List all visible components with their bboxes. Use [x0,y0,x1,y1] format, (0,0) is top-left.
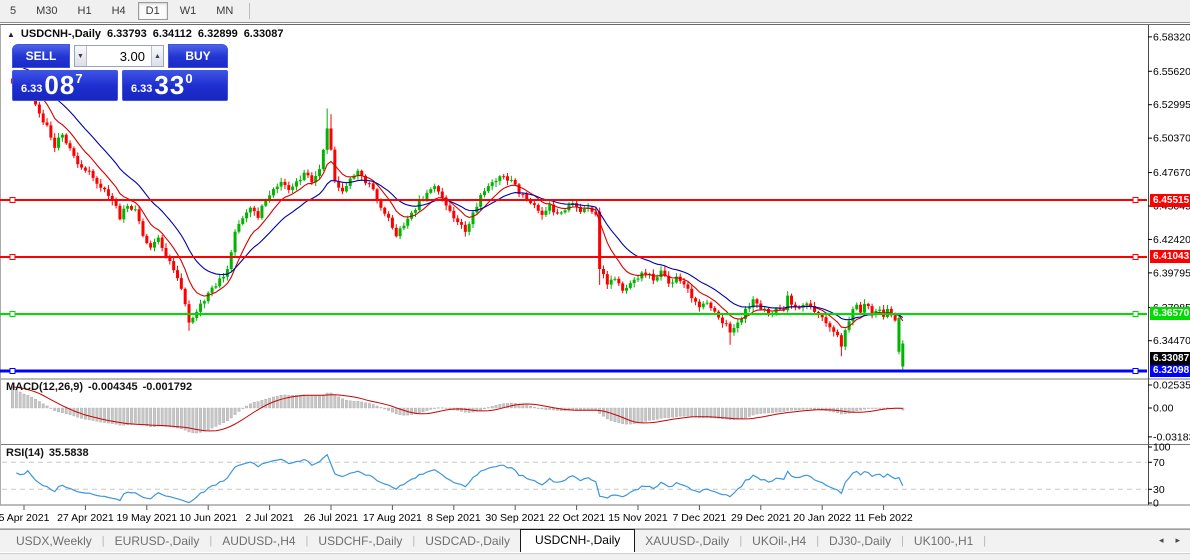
svg-text:29 Dec 2021: 29 Dec 2021 [731,512,791,524]
svg-text:5 Apr 2021: 5 Apr 2021 [0,512,50,524]
candle-direction-icon: ▲ [7,30,15,39]
svg-text:2 Jul 2021: 2 Jul 2021 [245,512,294,524]
buy-price-display[interactable]: 6.33 33 0 [122,70,228,101]
macd-name: MACD(12,26,9) [6,381,83,393]
macd-value-main: -0.004345 [88,381,138,393]
buy-price-pips: 33 [154,72,185,98]
sell-price-prefix: 6.33 [21,83,42,95]
volume-stepper: ▼ ▲ [74,45,164,67]
svg-text:15 Nov 2021: 15 Nov 2021 [608,512,668,524]
hline-price-label: 6.45515 [1150,194,1190,207]
sell-price-display[interactable]: 6.33 08 7 [12,70,118,101]
horizontal-line[interactable] [0,254,1147,259]
svg-text:6.55620: 6.55620 [1153,66,1190,78]
ohlc-low: 6.32899 [198,28,238,40]
volume-input[interactable] [87,46,151,66]
svg-text:11 Feb 2022: 11 Feb 2022 [855,512,913,524]
buy-price-point: 0 [185,71,192,86]
svg-text:7 Dec 2021: 7 Dec 2021 [673,512,727,524]
svg-text:30 Sep 2021: 30 Sep 2021 [485,512,545,524]
ohlc-high: 6.34112 [153,28,192,40]
svg-text:27 Apr 2021: 27 Apr 2021 [57,512,114,524]
buy-button[interactable]: BUY [168,44,228,68]
svg-text:22 Oct 2021: 22 Oct 2021 [548,512,605,524]
horizontal-line[interactable] [0,198,1147,203]
svg-text:0: 0 [1153,498,1159,510]
chart-tab-usdcnh-daily[interactable]: USDCNH-,Daily [520,529,635,552]
macd-indicator-label: MACD(12,26,9) -0.004345 -0.001792 [6,381,192,393]
trading-platform-window: 5M30H1H4D1W1MN 6.583206.556206.529956.50… [0,0,1190,560]
rsi-value: 35.5838 [49,447,89,459]
svg-text:8 Sep 2021: 8 Sep 2021 [427,512,481,524]
svg-text:6.52995: 6.52995 [1153,99,1190,111]
macd-histogram [11,387,904,433]
horizontal-line[interactable] [0,368,1147,373]
axis-labels: 6.583206.556206.529956.503706.476706.450… [1148,31,1190,509]
chart-tab-usdchf-daily[interactable]: USDCHF-,Daily [308,531,412,552]
rsi-name: RSI(14) [6,447,44,459]
hline-price-label: 6.36570 [1150,307,1190,320]
svg-text:26 Jul 2021: 26 Jul 2021 [304,512,358,524]
svg-text:100: 100 [1153,442,1171,454]
symbol-ohlc-header: ▲ USDCNH-,Daily 6.33793 6.34112 6.32899 … [7,28,283,40]
ohlc-close: 6.33087 [244,28,284,40]
sell-price-point: 7 [75,71,82,86]
svg-text:17 Aug 2021: 17 Aug 2021 [363,512,422,524]
date-axis: 5 Apr 2021 27 Apr 202119 May 202110 Jun 2… [0,506,913,525]
svg-text:0.025357: 0.025357 [1153,380,1190,392]
svg-text:6.39795: 6.39795 [1153,267,1190,279]
svg-text:6.42420: 6.42420 [1153,234,1190,246]
sell-price-pips: 08 [44,72,75,98]
macd-value-signal: -0.001792 [143,381,193,393]
chart-tab-audusd-h4[interactable]: AUDUSD-,H4 [212,531,305,552]
chart-tab-uk100-h1[interactable]: UK100-,H1 [904,531,983,552]
status-bar [0,553,1190,560]
chart-tab-usdcad-daily[interactable]: USDCAD-,Daily [415,531,520,552]
volume-increase-button[interactable]: ▲ [151,46,163,66]
svg-text:19 May 2021: 19 May 2021 [116,512,177,524]
tab-divider: | [983,535,986,552]
hline-price-label: 6.41043 [1150,250,1190,263]
tab-scroll-right-icon[interactable]: ▸ [1175,535,1180,546]
svg-text:6.50370: 6.50370 [1153,133,1190,145]
buy-price-prefix: 6.33 [131,83,152,95]
chart-tab-dj30-daily[interactable]: DJ30-,Daily [819,531,901,552]
svg-text:30: 30 [1153,484,1165,496]
tab-scroll-left-icon[interactable]: ◂ [1159,535,1164,546]
candlesticks [11,74,904,370]
chart-tab-bar: USDX,Weekly|EURUSD-,Daily|AUDUSD-,H4|USD… [0,529,1190,552]
svg-text:6.58320: 6.58320 [1153,31,1190,43]
svg-text:70: 70 [1153,457,1165,469]
chart-tab-eurusd-daily[interactable]: EURUSD-,Daily [105,531,210,552]
ohlc-open: 6.33793 [107,28,147,40]
svg-text:10 Jun 2021: 10 Jun 2021 [179,512,237,524]
chart-tab-usdx-weekly[interactable]: USDX,Weekly [6,531,102,552]
sell-button[interactable]: SELL [12,44,70,68]
svg-text:0.00: 0.00 [1153,403,1174,415]
symbol-title: USDCNH-,Daily [21,28,101,40]
chart-tab-ukoil-h4[interactable]: UKOil-,H4 [742,531,816,552]
one-click-trade-panel: SELL ▼ ▲ BUY 6.33 08 7 6.33 33 0 [12,44,228,101]
rsi-indicator-label: RSI(14) 35.5838 [6,447,89,459]
svg-text:6.47670: 6.47670 [1153,167,1190,179]
current-price-label: 6.33087 [1150,352,1190,365]
svg-text:6.34470: 6.34470 [1153,335,1190,347]
hline-price-label: 6.32098 [1150,364,1190,377]
tab-scroll-arrows: ◂▸ [1149,535,1190,552]
svg-text:20 Jan 2022: 20 Jan 2022 [793,512,851,524]
volume-decrease-button[interactable]: ▼ [75,46,87,66]
horizontal-line[interactable] [0,311,1147,316]
chart-tab-xauusd-daily[interactable]: XAUUSD-,Daily [635,531,739,552]
